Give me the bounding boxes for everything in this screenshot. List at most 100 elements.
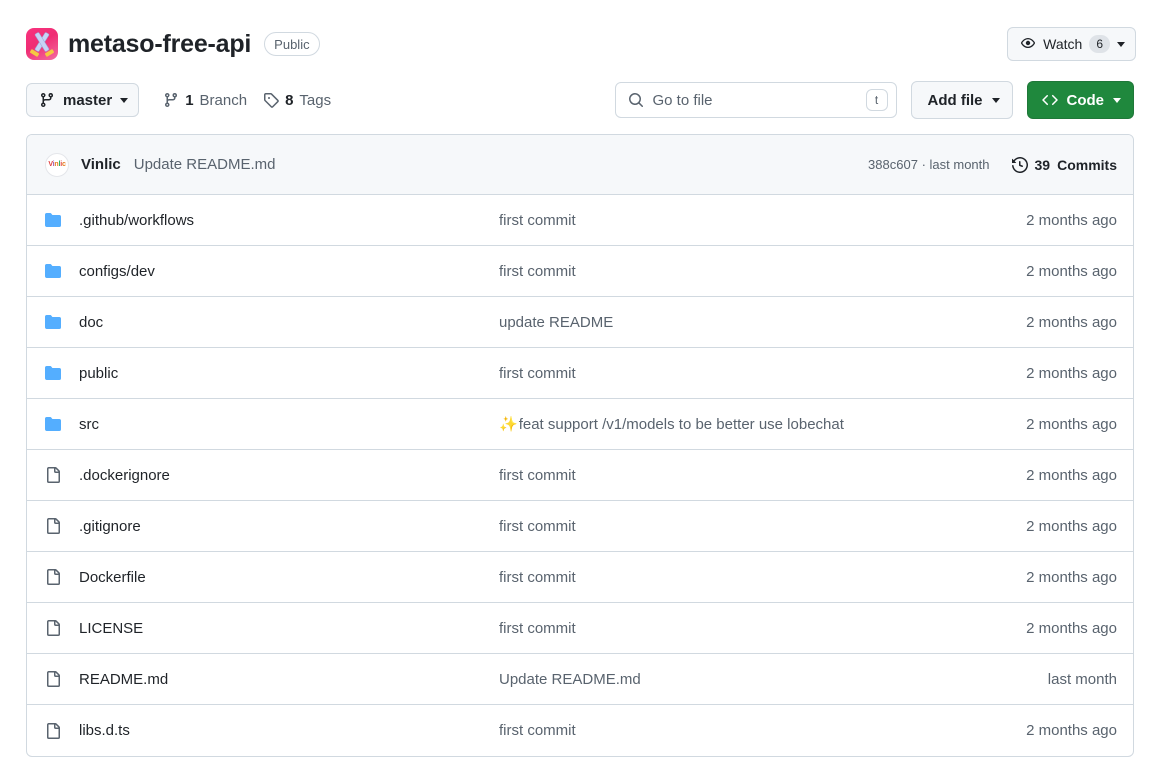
file-commit-time: 2 months ago — [1026, 568, 1117, 586]
folder-icon — [45, 365, 67, 381]
crossed-swords-app-icon — [26, 28, 58, 60]
file-icon — [45, 518, 67, 534]
file-commit-message[interactable]: first commit — [499, 263, 971, 280]
code-button[interactable]: Code — [1026, 81, 1134, 119]
file-commit-time: 2 months ago — [1026, 364, 1117, 382]
file-commit-message-text: first commit — [499, 466, 576, 484]
sparkles-emoji-icon: ✨ — [499, 416, 518, 433]
file-commit-time: 2 months ago — [1026, 722, 1117, 739]
folder-icon — [45, 314, 67, 330]
add-file-button[interactable]: Add file — [910, 81, 1013, 119]
file-commit-message[interactable]: first commit — [499, 518, 971, 535]
file-commit-message[interactable]: first commit — [499, 569, 971, 586]
file-rows: .github/workflows first commit 2 months ag… — [27, 195, 1133, 756]
file-commit-time: 2 months ago — [1026, 466, 1117, 484]
folder-icon — [45, 315, 61, 329]
watch-label: Watch — [1043, 36, 1083, 52]
commits-history-link[interactable]: 39 Commits — [1011, 156, 1117, 173]
repository-toolbar: master 1 Branch 8 Tags Go to file t Add … — [0, 72, 1160, 128]
watch-button[interactable]: Watch 6 — [1007, 27, 1136, 61]
chevron-down-icon — [120, 97, 129, 103]
repository-meta-counts: 1 Branch 8 Tags — [163, 92, 331, 109]
commit-hash: 388c607 — [868, 157, 918, 172]
file-commit-message-text: feat support /v1/models to be better use… — [518, 415, 844, 433]
file-name-link[interactable]: configs/dev — [79, 263, 155, 280]
chevron-down-icon — [1113, 97, 1121, 103]
file-commit-message[interactable]: update README — [499, 314, 971, 331]
file-listing-table: Vinlic Vinlic Update README.md 388c607 ·… — [26, 134, 1134, 757]
file-commit-time: 2 months ago — [1026, 415, 1117, 433]
commit-hash-and-time[interactable]: 388c607 · last month — [868, 157, 989, 172]
file-commit-message[interactable]: first commit — [499, 620, 971, 637]
tag-icon — [264, 93, 279, 108]
file-name-link[interactable]: .github/workflows — [79, 212, 194, 229]
watch-count: 6 — [1089, 35, 1110, 53]
file-name-cell: libs.d.ts — [45, 722, 499, 739]
table-row: Dockerfile first commit 2 months ago — [27, 552, 1133, 603]
folder-icon — [45, 213, 61, 227]
add-file-label: Add file — [927, 91, 983, 109]
repository-header: metaso-free-api Public Watch 6 — [0, 0, 1160, 72]
file-name-link[interactable]: src — [79, 416, 99, 433]
file-icon — [47, 620, 60, 636]
file-commit-time: last month — [1047, 670, 1117, 688]
folder-icon — [45, 416, 67, 432]
folder-icon — [45, 263, 67, 279]
repository-name[interactable]: metaso-free-api — [68, 31, 251, 57]
tag-count-label: Tags — [299, 91, 332, 109]
commit-meta: 388c607 · last month 39 Commits — [868, 157, 1117, 173]
commits-count: 39 — [1034, 156, 1051, 173]
file-commit-message-text: first commit — [499, 517, 576, 535]
latest-commit-bar: Vinlic Vinlic Update README.md 388c607 ·… — [27, 135, 1133, 195]
file-commit-message-text: first commit — [499, 722, 576, 739]
tag-count-link[interactable]: 8 Tags — [263, 92, 331, 109]
folder-icon — [45, 264, 61, 278]
file-name-link[interactable]: libs.d.ts — [79, 722, 130, 739]
file-icon — [47, 518, 60, 534]
file-name-cell: src — [45, 416, 499, 433]
commit-separator: · — [921, 157, 926, 172]
git-branch-icon — [40, 93, 53, 108]
file-name-link[interactable]: .gitignore — [79, 518, 141, 535]
file-name-link[interactable]: Dockerfile — [79, 569, 146, 586]
file-name-cell: Dockerfile — [45, 569, 499, 586]
file-commit-message[interactable]: first commit — [499, 365, 971, 382]
file-commit-message[interactable]: first commit — [499, 212, 971, 229]
file-name-link[interactable]: .dockerignore — [79, 467, 170, 484]
file-commit-message[interactable]: first commit — [499, 722, 971, 739]
folder-icon — [45, 212, 67, 228]
file-name-link[interactable]: README.md — [79, 671, 168, 688]
toolbar-actions: Go to file t Add file Code — [614, 81, 1134, 119]
file-name-cell: LICENSE — [45, 620, 499, 637]
branch-count-number: 1 — [185, 91, 194, 109]
table-row: libs.d.ts first commit 2 months ago — [27, 705, 1133, 756]
search-icon — [628, 93, 643, 107]
file-icon — [45, 671, 67, 687]
latest-commit-message[interactable]: Update README.md — [134, 156, 276, 173]
file-icon — [47, 722, 60, 739]
history-clock-icon — [1011, 156, 1028, 173]
visibility-badge: Public — [264, 32, 320, 56]
file-name-link[interactable]: public — [79, 365, 118, 382]
go-to-file-search[interactable]: Go to file t — [614, 82, 897, 118]
file-name-cell: doc — [45, 314, 499, 331]
commit-time: last month — [929, 157, 990, 172]
commit-author-name[interactable]: Vinlic — [81, 156, 121, 173]
tag-count-number: 8 — [285, 91, 294, 109]
file-commit-message[interactable]: first commit — [499, 467, 971, 484]
avatar[interactable]: Vinlic — [45, 152, 69, 177]
table-row: public first commit 2 months ago — [27, 348, 1133, 399]
file-commit-message-text: first commit — [499, 568, 576, 586]
file-name-cell: README.md — [45, 671, 499, 688]
file-name-link[interactable]: LICENSE — [79, 620, 143, 637]
branch-count-link[interactable]: 1 Branch — [163, 92, 247, 109]
file-name-cell: public — [45, 365, 499, 382]
table-row: README.md Update README.md last month — [27, 654, 1133, 705]
branch-selector[interactable]: master — [26, 83, 140, 117]
file-commit-message[interactable]: ✨ feat support /v1/models to be better us… — [499, 415, 971, 434]
file-name-link[interactable]: doc — [79, 314, 103, 331]
file-commit-message[interactable]: Update README.md — [499, 671, 971, 688]
table-row: doc update README 2 months ago — [27, 297, 1133, 348]
file-icon — [45, 467, 67, 483]
file-name-cell: configs/dev — [45, 263, 499, 280]
